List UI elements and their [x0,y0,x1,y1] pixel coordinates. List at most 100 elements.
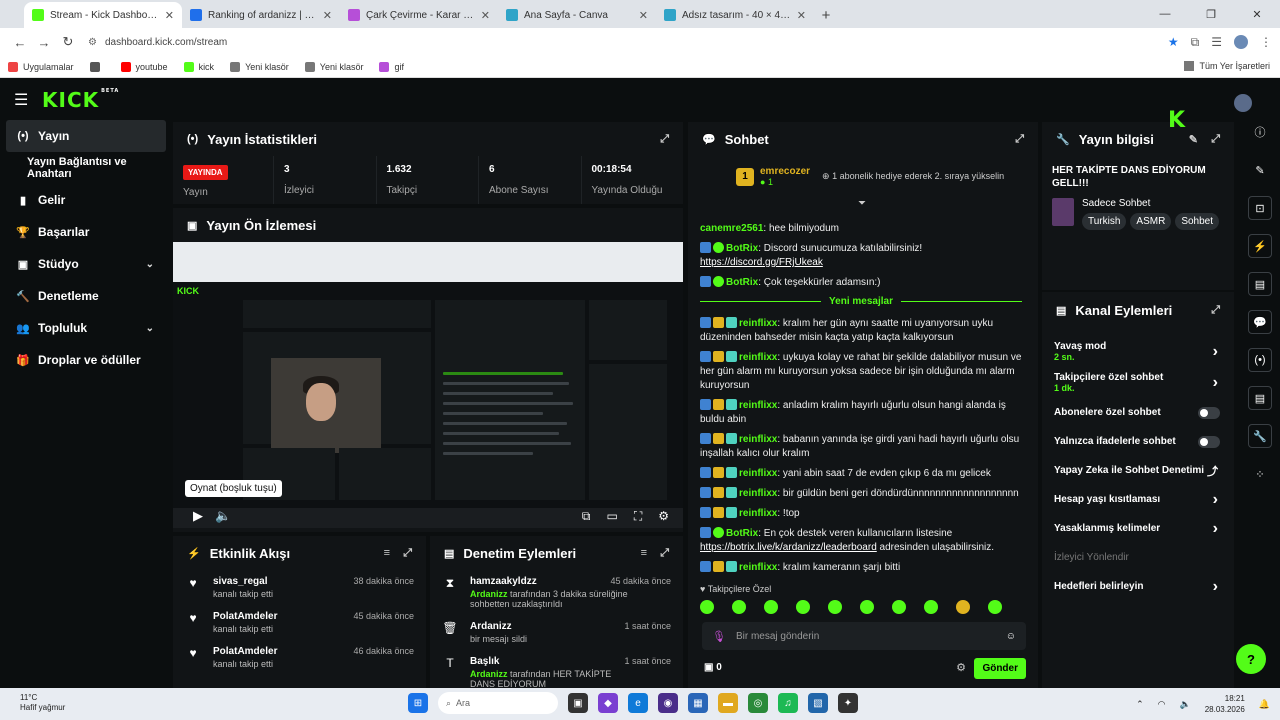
chevron-right-icon[interactable]: › [1213,578,1218,596]
maximize-icon[interactable]: ❐ [1188,0,1234,28]
apps-icon[interactable]: ⁘ [1248,462,1272,486]
app-icon[interactable]: ◆ [598,693,618,713]
emote-icon[interactable] [764,600,778,614]
browser-tab[interactable]: Adsız tasarım - 40 × 40 px ✕ [656,2,814,28]
edit-icon[interactable]: ✎ [1189,133,1198,146]
taskbar-search[interactable]: ⌕ Ara [438,692,558,714]
chat-username[interactable]: reinflixx [739,352,777,363]
sidebar-item[interactable]: ▮ Gelir [0,184,172,216]
site-info-icon[interactable]: ⚙ [88,37,97,48]
expand-icon[interactable]: ⤢ [660,133,669,146]
category-tag[interactable]: Turkish [1082,213,1127,230]
tab-close-icon[interactable]: ✕ [481,9,490,22]
chat-input[interactable]: 🎙 Bir mesaj gönderin ☺ [702,622,1026,650]
task-view-icon[interactable]: ▣ [568,693,588,713]
chat-icon[interactable]: 💬 [1248,310,1272,334]
sidebar-item[interactable]: 🔨 Denetleme [0,280,172,312]
network-icon[interactable]: ◠ [1158,699,1166,710]
back-icon[interactable]: ← [8,30,32,54]
expand-icon[interactable]: ⤢ [403,547,412,560]
channel-action-row[interactable]: Yavaş mod 2 sn. › [1042,336,1234,367]
emote-icon[interactable] [700,600,714,614]
bookmark-item[interactable]: youtube [120,61,168,72]
chat-username[interactable]: reinflixx [739,562,777,573]
tab-close-icon[interactable]: ✕ [323,9,332,22]
reading-list-icon[interactable]: ☰ [1211,35,1222,49]
channel-action-row[interactable]: Yapay Zeka ile Sohbet Denetimi ⤴ [1042,456,1234,485]
minimize-icon[interactable]: — [1142,0,1188,28]
chrome-icon[interactable]: ◎ [748,693,768,713]
channel-action-row[interactable]: Takipçilere özel sohbet 1 dk. › [1042,367,1234,398]
store-icon[interactable]: ▦ [688,693,708,713]
tab-close-icon[interactable]: ✕ [797,9,806,22]
chevron-right-icon[interactable]: › [1213,520,1218,538]
obs-icon[interactable]: ◉ [658,693,678,713]
emote-icon[interactable] [956,600,970,614]
sidebar-item[interactable]: Yayın Bağlantısı ve Anahtarı [0,152,172,184]
close-window-icon[interactable]: ✕ [1234,0,1280,28]
browser-tab[interactable]: Stream - Kick Dashboard ✕ [24,2,182,28]
file-explorer-icon[interactable]: ▬ [718,693,738,713]
browser-tab[interactable]: Çark Çevirme - Karar Çarkı ✕ [340,2,498,28]
chat-username[interactable]: canemre2561 [700,223,763,234]
pinned-gift-banner[interactable]: 1 emrecozer ● 1 ⊕ 1 abonelik hediye eder… [736,166,1004,187]
menu-icon[interactable]: ⋮ [1260,35,1272,49]
sidebar-item[interactable]: (•) Yayın [6,120,166,152]
chat-username[interactable]: BotRix [726,528,758,539]
bookmark-item[interactable] [89,61,105,72]
chevron-right-icon[interactable]: › [1213,343,1218,361]
all-bookmarks[interactable]: Tüm Yer İşaretleri [1184,61,1270,71]
play-icon[interactable]: ▶ [193,508,203,524]
channel-action-row[interactable]: Abonelere özel sohbet [1042,398,1234,427]
points-counter[interactable]: ▣ 0 [704,662,722,673]
volume-icon[interactable]: 🔈 [1180,699,1191,710]
chat-username[interactable]: reinflixx [739,434,777,445]
url-input[interactable]: ⚙ dashboard.kick.com/stream [88,31,1158,53]
chevron-down-icon[interactable]: ⌄ [146,259,154,270]
emote-icon[interactable] [892,600,906,614]
wrench-icon[interactable]: 🔧 [1248,424,1272,448]
chat-link[interactable]: https://discord.gg/FRjUkeak [700,257,823,268]
emote-icon[interactable] [828,600,842,614]
kick-logo[interactable]: KICK BETA [42,88,119,112]
channel-action-row[interactable]: Yalnızca ifadelerle sohbet [1042,427,1234,456]
edge-icon[interactable]: e [628,693,648,713]
profile-icon[interactable] [1234,35,1248,49]
chat-username[interactable]: reinflixx [739,508,777,519]
chat-settings-icon[interactable]: ⚙ [956,661,966,674]
sidebar-item[interactable]: 🏆 Başarılar [0,216,172,248]
start-icon[interactable]: ⊞ [408,693,428,713]
bookmark-item[interactable]: Uygulamalar [8,61,74,72]
emote-icon[interactable] [860,600,874,614]
video-player[interactable]: KICK Oynat (boşluk tuşu) ▶ 🔈 ⧉ ▭ ⛶ ⚙ [173,242,683,528]
chevron-right-icon[interactable]: › [1213,374,1218,392]
channel-action-row[interactable]: Hedefleri belirleyin › [1042,572,1234,601]
chat-username[interactable]: reinflixx [739,468,777,479]
bookmark-star-icon[interactable]: ★ [1168,35,1179,49]
filter-icon[interactable]: ≡ [641,547,647,559]
chat-username[interactable]: BotRix [726,277,758,288]
browser-tab[interactable]: Ranking of ardanizz | BotRix — ✕ [182,2,340,28]
sidebar-item[interactable]: ▣ Stüdyo ⌄ [0,248,172,280]
channel-action-row[interactable]: Yasaklanmış kelimeler › [1042,514,1234,543]
browser-tab[interactable]: Ana Sayfa - Canva ✕ [498,2,656,28]
weather-widget[interactable]: 11°C Hafif yağmur [20,693,65,713]
channel-action-row[interactable]: Hesap yaşı kısıtlaması › [1042,485,1234,514]
app-icon[interactable]: ✦ [838,693,858,713]
chat-link[interactable]: https://botrix.live/k/ardanizz/leaderboa… [700,542,877,553]
info-icon[interactable]: ⓘ [1248,120,1272,144]
chat-username[interactable]: BotRix [726,243,758,254]
send-button[interactable]: Gönder [974,658,1026,679]
clock[interactable]: 18:21 28.03.2026 [1205,693,1245,715]
menu-toggle-icon[interactable]: ☰ [14,90,32,110]
edit-icon[interactable]: ✎ [1248,158,1272,182]
toggle-switch[interactable] [1198,406,1220,419]
bookmark-item[interactable]: kick [183,61,214,72]
notification-icon[interactable]: 🔔 [1259,699,1270,710]
theater-icon[interactable]: ▭ [606,509,617,524]
user-avatar[interactable] [1234,94,1252,112]
new-tab-icon[interactable]: + [814,2,838,28]
expand-icon[interactable]: ⤢ [1015,133,1024,146]
bolt-icon[interactable]: ⚡ [1248,234,1272,258]
tray-chevron-icon[interactable]: ⌃ [1136,699,1144,710]
